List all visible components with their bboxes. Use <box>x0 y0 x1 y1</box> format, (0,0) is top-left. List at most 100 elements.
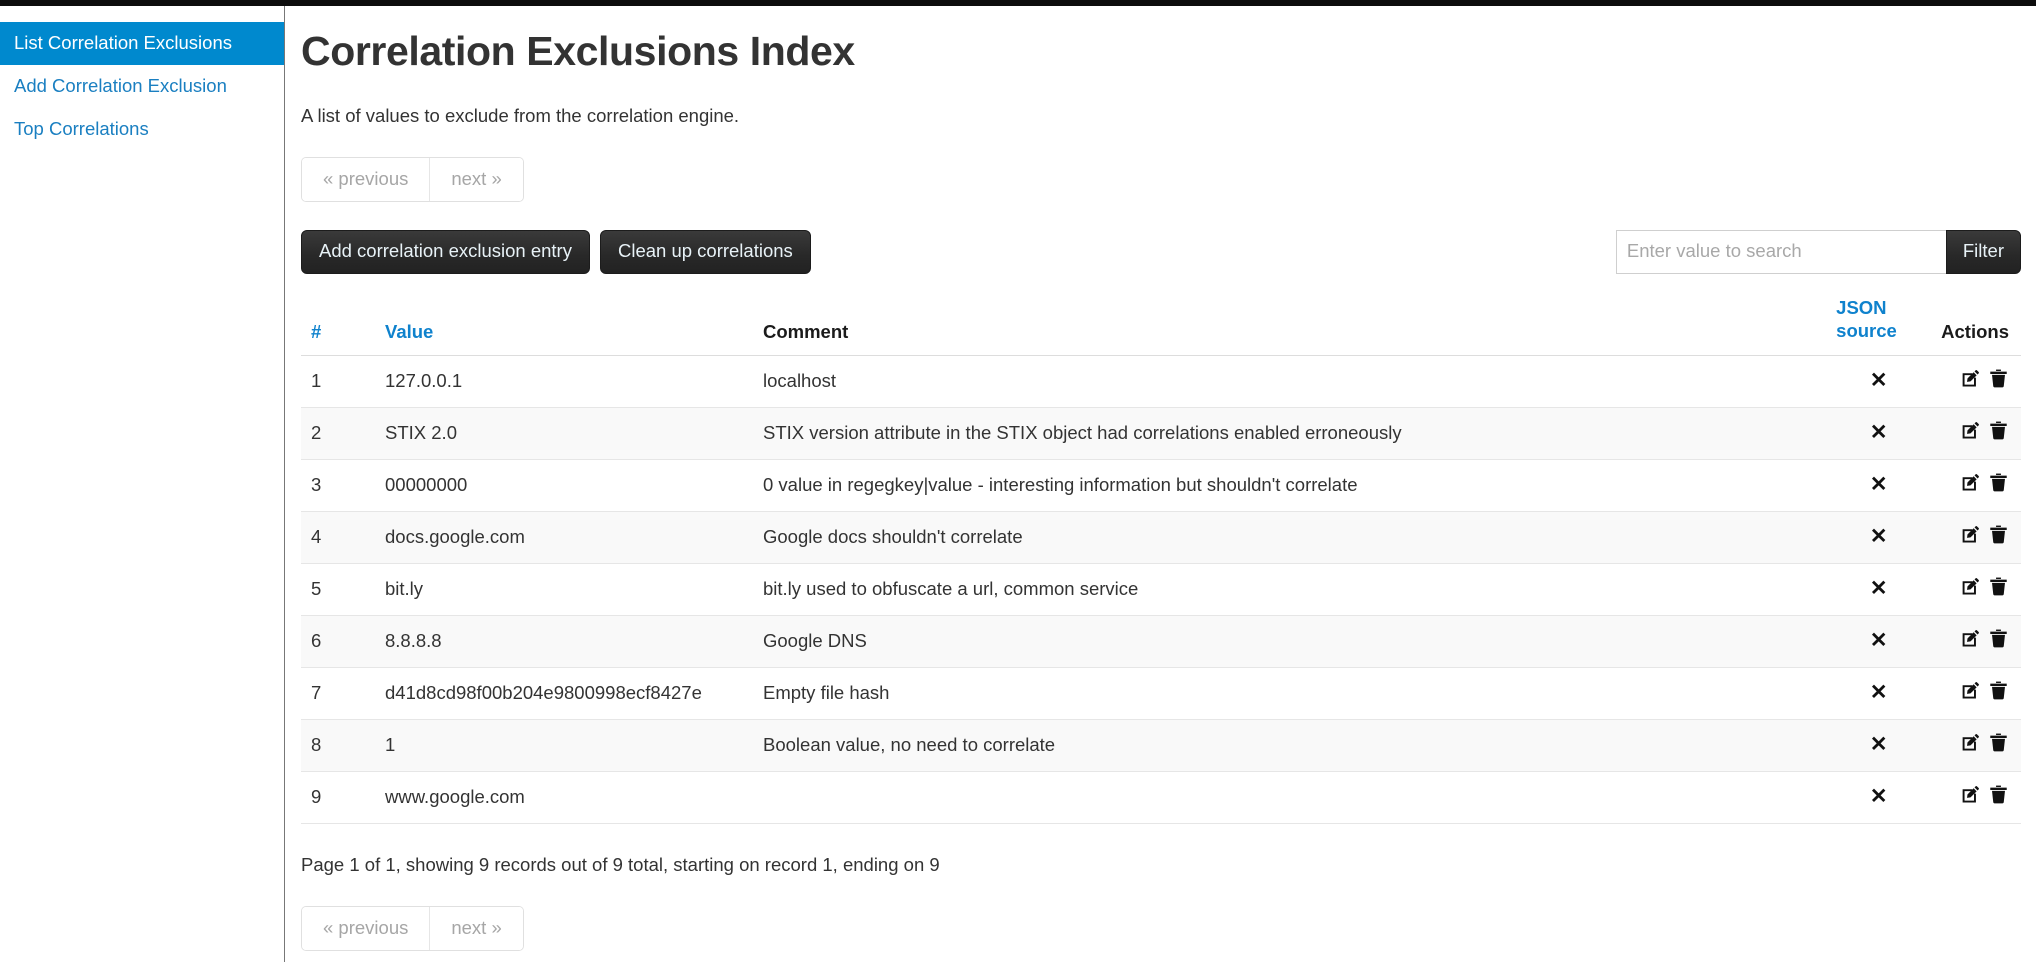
cell-value: 00000000 <box>375 459 753 512</box>
sidebar-item-label: Top Correlations <box>14 118 149 140</box>
row-action-icons <box>1960 420 2009 441</box>
toolbar: Add correlation exclusion entry Clean up… <box>301 230 2021 274</box>
cell-index: 8 <box>301 719 375 772</box>
cell-actions <box>1931 563 2021 616</box>
page-description: A list of values to exclude from the cor… <box>301 105 740 127</box>
cell-value: 8.8.8.8 <box>375 615 753 668</box>
trash-icon[interactable] <box>1988 732 2009 753</box>
table-header: # Value Comment JSON source Actions <box>301 295 2021 356</box>
edit-icon[interactable] <box>1960 628 1981 649</box>
cell-comment <box>753 771 1827 824</box>
cell-json-source: ✕ <box>1826 719 1932 772</box>
edit-icon[interactable] <box>1960 420 1981 441</box>
cell-value: 127.0.0.1 <box>375 355 753 408</box>
edit-icon[interactable] <box>1960 576 1981 597</box>
trash-icon[interactable] <box>1988 524 2009 545</box>
add-correlation-exclusion-entry-button[interactable]: Add correlation exclusion entry <box>301 230 590 274</box>
edit-icon[interactable] <box>1960 524 1981 545</box>
cell-index: 6 <box>301 615 375 668</box>
cell-value: www.google.com <box>375 771 753 824</box>
json-source-link[interactable]: JSON source <box>1836 296 1900 343</box>
table-row: 7 d41d8cd98f00b204e9800998ecf8427e Empty f… <box>301 667 2021 720</box>
cell-index: 1 <box>301 355 375 408</box>
table-row: 9 www.google.com ✕ <box>301 771 2021 824</box>
clean-up-correlations-button[interactable]: Clean up correlations <box>599 230 811 274</box>
cell-comment: bit.ly used to obfuscate a url, common s… <box>753 563 1827 616</box>
previous-page-button[interactable]: « previous <box>302 158 430 202</box>
edit-icon[interactable] <box>1960 784 1981 805</box>
trash-icon[interactable] <box>1988 680 2009 701</box>
trash-icon[interactable] <box>1988 628 2009 649</box>
cell-value: 1 <box>375 719 753 772</box>
close-icon[interactable]: ✕ <box>1870 473 1888 496</box>
edit-icon[interactable] <box>1960 680 1981 701</box>
cell-actions <box>1931 459 2021 512</box>
trash-icon[interactable] <box>1988 576 2009 597</box>
trash-icon[interactable] <box>1988 472 2009 493</box>
page-root: List Correlation Exclusions Add Correlat… <box>0 6 2036 962</box>
sidebar-item-add-correlation-exclusion[interactable]: Add Correlation Exclusion <box>0 65 284 108</box>
edit-icon[interactable] <box>1960 368 1981 389</box>
cell-json-source: ✕ <box>1826 459 1932 512</box>
cell-comment: localhost <box>753 355 1827 408</box>
column-header-comment: Comment <box>753 295 1827 356</box>
cell-index: 5 <box>301 563 375 616</box>
close-icon[interactable]: ✕ <box>1870 733 1888 756</box>
sidebar-item-label: List Correlation Exclusions <box>14 32 232 53</box>
cell-json-source: ✕ <box>1826 667 1932 720</box>
row-action-icons <box>1960 680 2009 701</box>
cell-index: 9 <box>301 771 375 824</box>
filter-button[interactable]: Filter <box>1945 230 2021 274</box>
row-action-icons <box>1960 784 2009 805</box>
table-body: 1 127.0.0.1 localhost ✕ 2 STIX 2.0 STIX versio… <box>301 355 2021 824</box>
cell-comment: Empty file hash <box>753 667 1827 720</box>
cell-json-source: ✕ <box>1826 615 1932 668</box>
cell-json-source: ✕ <box>1826 355 1932 408</box>
search-area: Filter <box>1615 230 2021 274</box>
cell-json-source: ✕ <box>1826 407 1932 460</box>
cell-json-source: ✕ <box>1826 511 1932 564</box>
record-info: Page 1 of 1, showing 9 records out of 9 … <box>301 853 940 875</box>
table-row: 3 00000000 0 value in regegkey|value - int… <box>301 459 2021 512</box>
pagination-bottom: « previous next » <box>301 905 524 951</box>
column-header-value: Value <box>375 295 753 356</box>
column-header-index: # <box>301 295 375 356</box>
row-action-icons <box>1960 472 2009 493</box>
cell-actions <box>1931 511 2021 564</box>
sort-index-link[interactable]: # <box>311 321 321 342</box>
edit-icon[interactable] <box>1960 472 1981 493</box>
row-action-icons <box>1960 524 2009 545</box>
close-icon[interactable]: ✕ <box>1870 525 1888 548</box>
cell-json-source: ✕ <box>1826 563 1932 616</box>
trash-icon[interactable] <box>1988 784 2009 805</box>
sort-value-link[interactable]: Value <box>385 321 433 342</box>
sidebar: List Correlation Exclusions Add Correlat… <box>0 6 285 962</box>
search-input[interactable] <box>1615 230 1946 274</box>
cell-actions <box>1931 407 2021 460</box>
close-icon[interactable]: ✕ <box>1870 785 1888 808</box>
next-page-button-bottom[interactable]: next » <box>429 906 523 950</box>
next-page-button[interactable]: next » <box>429 158 523 202</box>
cell-index: 4 <box>301 511 375 564</box>
close-icon[interactable]: ✕ <box>1870 681 1888 704</box>
edit-icon[interactable] <box>1960 732 1981 753</box>
table-row: 4 docs.google.com Google docs shouldn't co… <box>301 511 2021 564</box>
close-icon[interactable]: ✕ <box>1870 629 1888 652</box>
pagination-top: « previous next » <box>301 157 524 203</box>
close-icon[interactable]: ✕ <box>1870 369 1888 392</box>
row-action-icons <box>1960 368 2009 389</box>
table-row: 6 8.8.8.8 Google DNS ✕ <box>301 615 2021 668</box>
previous-page-button-bottom[interactable]: « previous <box>302 906 430 950</box>
close-icon[interactable]: ✕ <box>1870 421 1888 444</box>
sidebar-item-top-correlations[interactable]: Top Correlations <box>0 108 284 151</box>
cell-actions <box>1931 771 2021 824</box>
cell-actions <box>1931 719 2021 772</box>
close-icon[interactable]: ✕ <box>1870 577 1888 600</box>
trash-icon[interactable] <box>1988 420 2009 441</box>
sidebar-item-list-correlation-exclusions[interactable]: List Correlation Exclusions <box>0 22 284 66</box>
trash-icon[interactable] <box>1988 368 2009 389</box>
cell-index: 7 <box>301 667 375 720</box>
toolbar-actions: Add correlation exclusion entry Clean up… <box>301 230 811 274</box>
main-content: Correlation Exclusions Index A list of v… <box>285 6 2036 962</box>
table-row: 2 STIX 2.0 STIX version attribute in the S… <box>301 407 2021 460</box>
